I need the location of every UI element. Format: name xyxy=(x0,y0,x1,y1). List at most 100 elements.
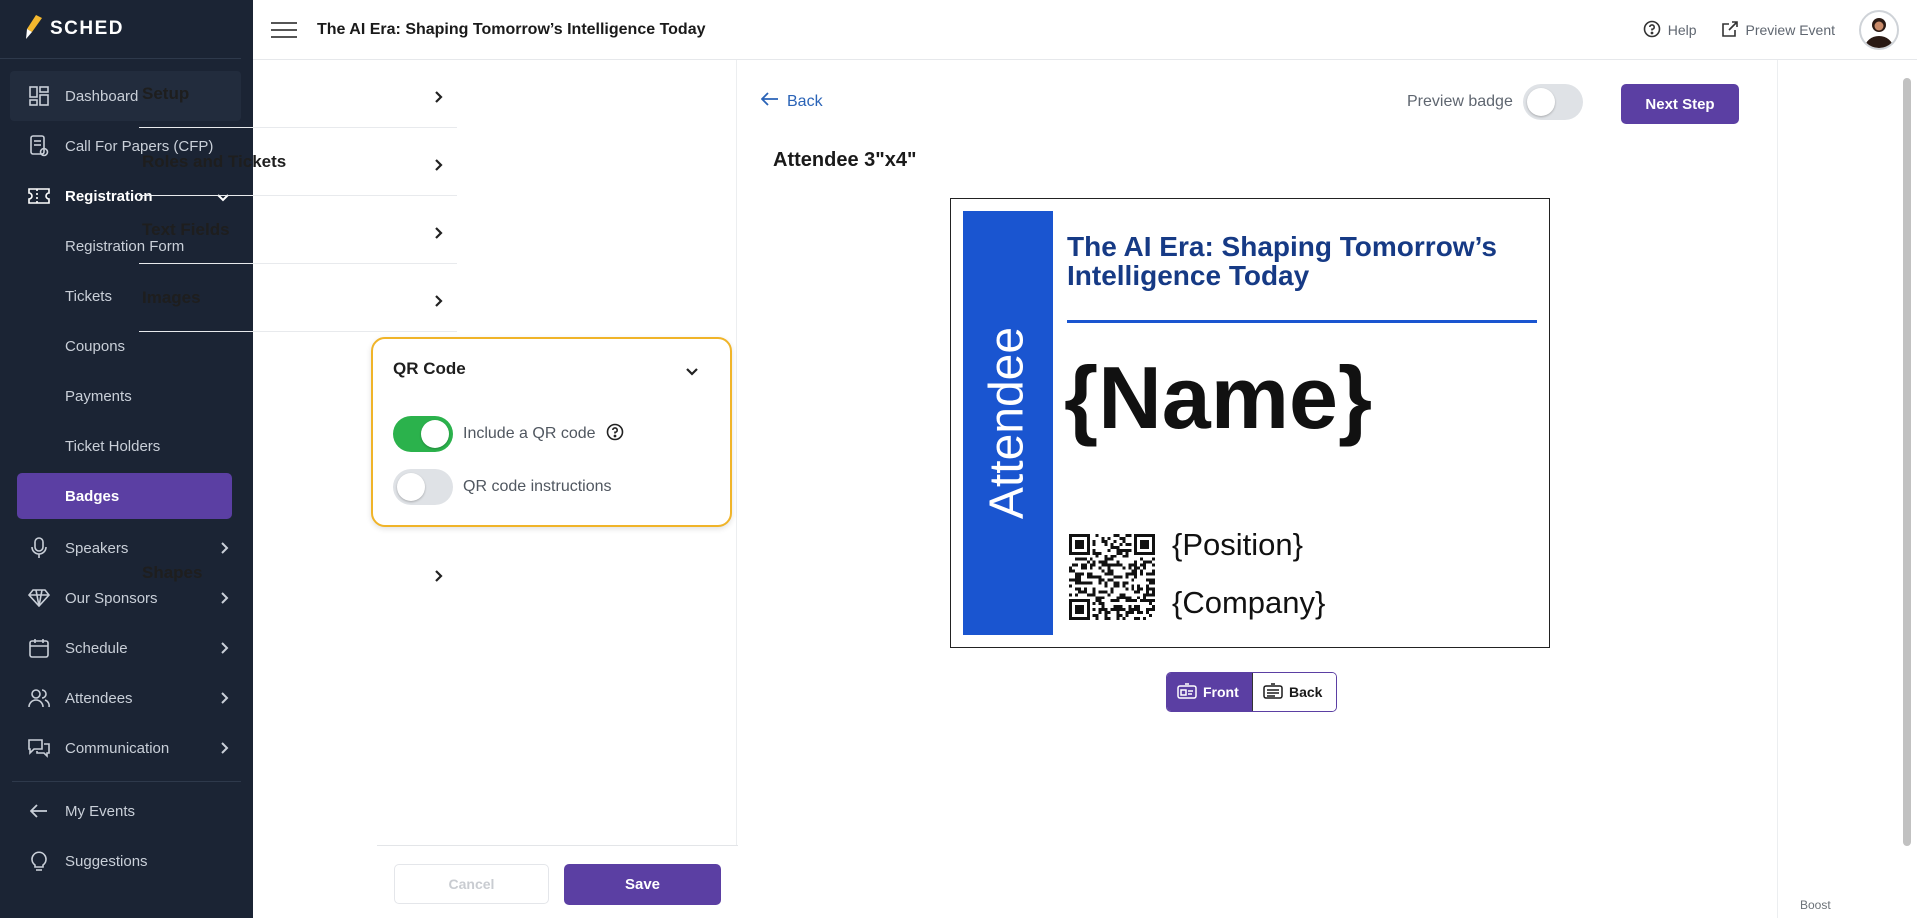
preview-event-link[interactable]: Preview Event xyxy=(1721,20,1835,41)
sidebar-item-attendees[interactable]: Attendees xyxy=(0,673,253,723)
preview-badge-label: Preview badge xyxy=(1407,93,1513,110)
include-qr-row: Include a QR code xyxy=(393,416,624,452)
accordion-text-fields[interactable]: Text Fields xyxy=(139,196,457,264)
calendar-icon xyxy=(28,637,50,659)
back-label: Back xyxy=(787,92,823,110)
panel-footer: Cancel Save xyxy=(377,845,738,918)
brand-name: SCHED xyxy=(50,18,125,39)
chat-icon xyxy=(28,737,50,759)
chevron-right-icon xyxy=(221,641,229,658)
badge-divider xyxy=(1067,320,1537,323)
help-icon xyxy=(1643,20,1668,41)
help-label: Help xyxy=(1667,22,1697,38)
chevron-right-icon xyxy=(435,567,443,587)
accordion-label: Roles and Tickets xyxy=(142,151,287,171)
sidebar-item-schedule[interactable]: Schedule xyxy=(0,623,253,673)
save-button[interactable]: Save xyxy=(564,864,721,905)
accordion-qr-code: QR Code Include a QR code QR code instru… xyxy=(371,337,732,527)
sidebar-item-label: Attendees xyxy=(65,689,133,707)
badge-front-icon xyxy=(1177,682,1203,702)
qr-instructions-label: QR code instructions xyxy=(463,478,612,495)
badge-event-title: The AI Era: Shaping Tomorrow’s Intellige… xyxy=(1067,231,1497,291)
sidebar-item-my-events[interactable]: My Events xyxy=(0,786,253,836)
chevron-right-icon xyxy=(435,156,443,176)
help-link[interactable]: Help xyxy=(1643,20,1697,41)
next-step-button[interactable]: Next Step xyxy=(1621,84,1739,124)
chevron-right-icon xyxy=(435,88,443,108)
sidebar-item-label: Dashboard xyxy=(65,87,139,105)
include-qr-label: Include a QR code xyxy=(463,425,596,442)
right-rail xyxy=(1777,60,1917,918)
sidebar-item-badges[interactable]: Badges xyxy=(17,473,232,519)
front-side-button[interactable]: Front xyxy=(1167,673,1252,711)
badge-back-icon xyxy=(1263,682,1289,702)
back-side-button[interactable]: Back xyxy=(1252,673,1336,711)
menu-icon[interactable] xyxy=(271,17,297,43)
diamond-icon xyxy=(28,587,50,609)
chevron-right-icon xyxy=(435,292,443,312)
qr-instructions-toggle[interactable] xyxy=(393,469,453,505)
chevron-right-icon xyxy=(221,741,229,758)
sidebar-item-label: Schedule xyxy=(65,639,128,657)
microphone-icon xyxy=(28,537,50,559)
include-qr-toggle[interactable] xyxy=(393,416,453,452)
sidebar-item-label: Speakers xyxy=(65,539,129,557)
brand[interactable]: SCHED xyxy=(0,0,241,59)
external-link-icon xyxy=(1721,20,1746,41)
chevron-down-icon[interactable] xyxy=(686,363,698,381)
sidebar-divider xyxy=(12,781,241,782)
badge-name-field: {Name} xyxy=(1064,348,1373,447)
chevron-right-icon xyxy=(435,224,443,244)
sidebar-item-label: Tickets xyxy=(65,287,112,305)
qr-code-icon xyxy=(1069,534,1155,620)
avatar[interactable] xyxy=(1859,10,1899,50)
sidebar-item-label: Ticket Holders xyxy=(65,437,161,455)
accordion-label: Setup xyxy=(142,83,190,103)
chevron-right-icon xyxy=(221,691,229,708)
arrow-left-icon xyxy=(760,92,787,111)
sidebar-item-label: Suggestions xyxy=(65,852,148,870)
sidebar-item-label: Payments xyxy=(65,387,132,405)
people-icon xyxy=(28,687,50,709)
sidebar-item-label: Coupons xyxy=(65,337,126,355)
front-label: Front xyxy=(1203,684,1239,700)
sidebar-item-suggestions[interactable]: Suggestions xyxy=(0,836,253,886)
badge-canvas: Attendee The AI Era: Shaping Tomorrow’s … xyxy=(950,198,1550,648)
sidebar-item-communication[interactable]: Communication xyxy=(0,723,253,773)
boost-label: Boost xyxy=(1800,898,1831,912)
sidebar-item-label: Badges xyxy=(65,487,120,505)
accordion-images[interactable]: Images xyxy=(139,264,457,332)
help-icon[interactable] xyxy=(606,423,624,446)
qr-instructions-row: QR code instructions xyxy=(393,469,612,505)
cfp-icon xyxy=(28,135,50,157)
accordion-roles-and-tickets[interactable]: Roles and Tickets xyxy=(139,128,457,196)
dashboard-icon xyxy=(28,85,50,107)
back-side-label: Back xyxy=(1289,684,1323,700)
cancel-button[interactable]: Cancel xyxy=(394,864,549,904)
badge-company-field: {Company} xyxy=(1172,585,1326,620)
accordion-label: Text Fields xyxy=(142,219,230,239)
sidebar-item-label: My Events xyxy=(65,802,136,820)
accordion-label: Images xyxy=(142,287,201,307)
lightbulb-icon xyxy=(28,850,50,872)
accordion-setup[interactable]: Setup xyxy=(139,60,457,128)
accordion-label[interactable]: QR Code xyxy=(393,359,466,379)
event-title: The AI Era: Shaping Tomorrow’s Intellige… xyxy=(317,20,706,38)
badge-template-title: Attendee 3"x4" xyxy=(773,149,917,171)
sidebar-item-payments[interactable]: Payments xyxy=(0,371,253,421)
ticket-icon xyxy=(28,185,50,207)
accordion-shapes[interactable]: Shapes xyxy=(139,539,457,607)
accordion-label: Shapes xyxy=(142,563,203,582)
scrollbar[interactable] xyxy=(1903,78,1911,846)
sidebar-item-label: Communication xyxy=(65,739,170,757)
preview-badge-toggle[interactable] xyxy=(1522,84,1583,120)
preview-event-label: Preview Event xyxy=(1745,22,1835,38)
badge-side-toggle: Front Back xyxy=(1166,672,1337,712)
badge-position-field: {Position} xyxy=(1172,527,1303,562)
sidebar-item-ticket-holders[interactable]: Ticket Holders xyxy=(0,421,253,471)
badge-role-text: Attendee xyxy=(980,326,1034,520)
sched-logo-icon xyxy=(22,14,44,45)
top-bar: The AI Era: Shaping Tomorrow’s Intellige… xyxy=(253,0,1917,60)
back-link[interactable]: Back xyxy=(760,92,823,111)
arrow-left-icon xyxy=(28,800,50,822)
